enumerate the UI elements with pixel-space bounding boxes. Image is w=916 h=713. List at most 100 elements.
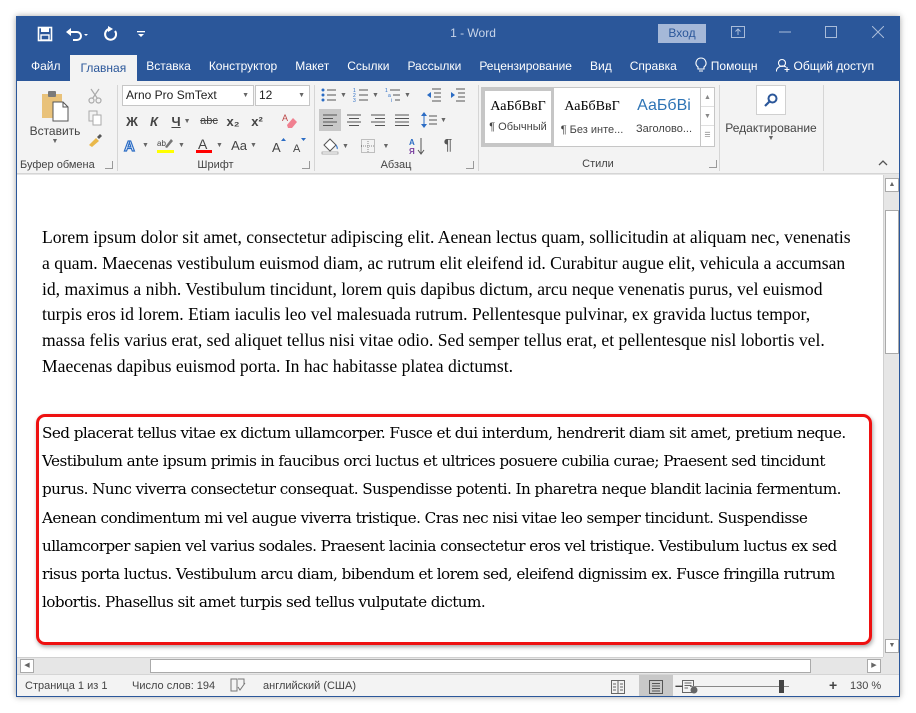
zoom-in-button[interactable]: +	[829, 677, 837, 693]
scroll-left-button[interactable]: ◀	[20, 659, 34, 673]
tab-help[interactable]: Справка	[621, 51, 686, 81]
zoom-out-button[interactable]: –	[675, 677, 683, 693]
zoom-slider-thumb[interactable]	[779, 680, 784, 693]
styles-launcher-button[interactable]	[709, 160, 717, 168]
change-case-button[interactable]: Aa ▼	[228, 135, 260, 155]
align-center-button[interactable]	[343, 109, 365, 131]
tab-design[interactable]: Конструктор	[200, 51, 286, 81]
tab-home[interactable]: Главная	[69, 55, 138, 81]
highlight-color-button[interactable]: ab ▼	[154, 135, 188, 155]
chevron-down-icon: ▼	[382, 142, 390, 150]
collapse-ribbon-button[interactable]	[875, 157, 891, 169]
superscript-button[interactable]: x²	[246, 111, 268, 131]
cut-button[interactable]	[85, 87, 105, 105]
multilevel-list-button[interactable]: 1ai ▼	[383, 85, 413, 105]
scroll-down-button[interactable]: ▼	[885, 639, 899, 653]
tab-label: Главная	[80, 61, 127, 75]
style-heading-1[interactable]: АаБбВі Заголово...	[628, 88, 700, 146]
copy-button[interactable]	[85, 109, 105, 127]
clear-formatting-button[interactable]: A	[278, 111, 302, 131]
editing-button[interactable]: Редактирование ▼	[724, 85, 818, 157]
paragraph-1[interactable]: Lorem ipsum dolor sit amet, consectetur …	[42, 225, 857, 380]
svg-text:A: A	[409, 138, 415, 147]
show-formatting-marks-button[interactable]: ¶	[437, 135, 459, 157]
gallery-scroll-down-button[interactable]: ▼	[701, 107, 714, 126]
font-size-combo[interactable]: 12 ▼	[255, 85, 310, 106]
chevron-down-icon: ▼	[372, 91, 379, 99]
align-center-icon	[347, 114, 361, 126]
borders-button[interactable]: ▼	[355, 135, 395, 157]
tab-share[interactable]: Общий доступ	[767, 51, 884, 81]
tab-file[interactable]: Файл	[17, 51, 70, 81]
gallery-more-button[interactable]: ☰	[701, 126, 714, 145]
chevron-down-icon: ▼	[440, 116, 447, 124]
sort-icon: AЯ	[409, 138, 425, 155]
justify-button[interactable]	[391, 109, 413, 131]
read-mode-button[interactable]	[601, 675, 635, 696]
horizontal-scroll-thumb[interactable]	[150, 659, 811, 673]
tab-mailings[interactable]: Рассылки	[398, 51, 470, 81]
numbering-button[interactable]: 123 ▼	[351, 85, 381, 105]
scroll-right-button[interactable]: ▶	[867, 659, 881, 673]
horizontal-scrollbar[interactable]: ◀ ▶	[17, 657, 883, 674]
tab-review[interactable]: Рецензирование	[470, 51, 581, 81]
grow-font-button[interactable]: A	[270, 135, 288, 155]
line-spacing-button[interactable]: ▼	[419, 109, 449, 131]
language-indicator[interactable]: английский (США)	[263, 680, 356, 692]
bullets-icon	[321, 88, 337, 102]
bold-button[interactable]: Ж	[122, 111, 142, 131]
font-size-value: 12	[259, 88, 273, 102]
page-indicator[interactable]: Страница 1 из 1	[25, 680, 107, 692]
tab-insert[interactable]: Вставка	[137, 51, 200, 81]
paragraph-launcher-button[interactable]	[466, 161, 474, 169]
align-right-button[interactable]	[367, 109, 389, 131]
paste-button[interactable]: Вставить ▼	[25, 85, 85, 149]
title-bar: 1 - Word Вход	[17, 17, 899, 51]
italic-button[interactable]: К	[144, 111, 164, 131]
sort-button[interactable]: AЯ	[405, 135, 429, 157]
text-effects-button[interactable]: A ▼	[122, 135, 150, 155]
subscript-button[interactable]: x₂	[222, 111, 244, 131]
gallery-scroll-up-button[interactable]: ▲	[701, 88, 714, 107]
word-count[interactable]: Число слов: 194	[132, 680, 215, 692]
align-left-button[interactable]	[319, 109, 341, 131]
group-label: Буфер обмена	[20, 159, 95, 171]
document-page[interactable]: Lorem ipsum dolor sit amet, consectetur …	[17, 175, 883, 657]
chevron-down-icon: ▼	[298, 92, 305, 99]
minimize-button[interactable]	[770, 22, 800, 44]
font-launcher-button[interactable]	[302, 161, 310, 169]
increase-indent-button[interactable]	[447, 85, 469, 105]
proofing-icon[interactable]	[230, 678, 246, 695]
style-no-spacing[interactable]: АаБбВвГ ¶ Без инте...	[556, 88, 628, 146]
clipboard-launcher-button[interactable]	[105, 161, 113, 169]
maximize-button[interactable]	[816, 22, 846, 44]
zoom-level[interactable]: 130 %	[850, 680, 881, 692]
shading-button[interactable]: ▼	[319, 135, 351, 157]
eraser-icon: A	[282, 113, 297, 128]
strikethrough-button[interactable]: abc	[198, 111, 220, 131]
sign-in-button[interactable]: Вход	[658, 24, 706, 43]
shrink-font-button[interactable]: A	[290, 135, 308, 155]
ribbon-home: Вставить ▼ Буфер обмена Arno Pro SmText …	[17, 81, 899, 174]
format-painter-button[interactable]	[85, 131, 105, 149]
bullets-button[interactable]: ▼	[319, 85, 349, 105]
vertical-scrollbar[interactable]: ▲ ▼	[883, 175, 899, 657]
font-name-combo[interactable]: Arno Pro SmText ▼	[122, 85, 254, 106]
zoom-slider-track[interactable]	[690, 686, 789, 687]
style-normal[interactable]: АаБбВвГ ¶ Обычный	[482, 88, 554, 146]
tab-references[interactable]: Ссылки	[338, 51, 398, 81]
tab-view[interactable]: Вид	[581, 51, 621, 81]
underline-button[interactable]: Ч ▼	[166, 111, 196, 131]
close-button[interactable]	[863, 22, 893, 44]
tab-tell-me[interactable]: Помощн	[686, 51, 767, 81]
svg-text:A: A	[293, 143, 301, 153]
decrease-indent-button[interactable]	[423, 85, 445, 105]
align-left-icon	[323, 114, 337, 126]
vertical-scroll-thumb[interactable]	[885, 210, 899, 354]
numbering-icon: 123	[353, 88, 369, 103]
tab-layout[interactable]: Макет	[286, 51, 338, 81]
print-layout-button[interactable]	[639, 675, 673, 696]
scroll-up-button[interactable]: ▲	[885, 178, 899, 192]
ribbon-display-options-button[interactable]	[723, 22, 753, 44]
font-color-button[interactable]: A ▼	[192, 135, 226, 155]
